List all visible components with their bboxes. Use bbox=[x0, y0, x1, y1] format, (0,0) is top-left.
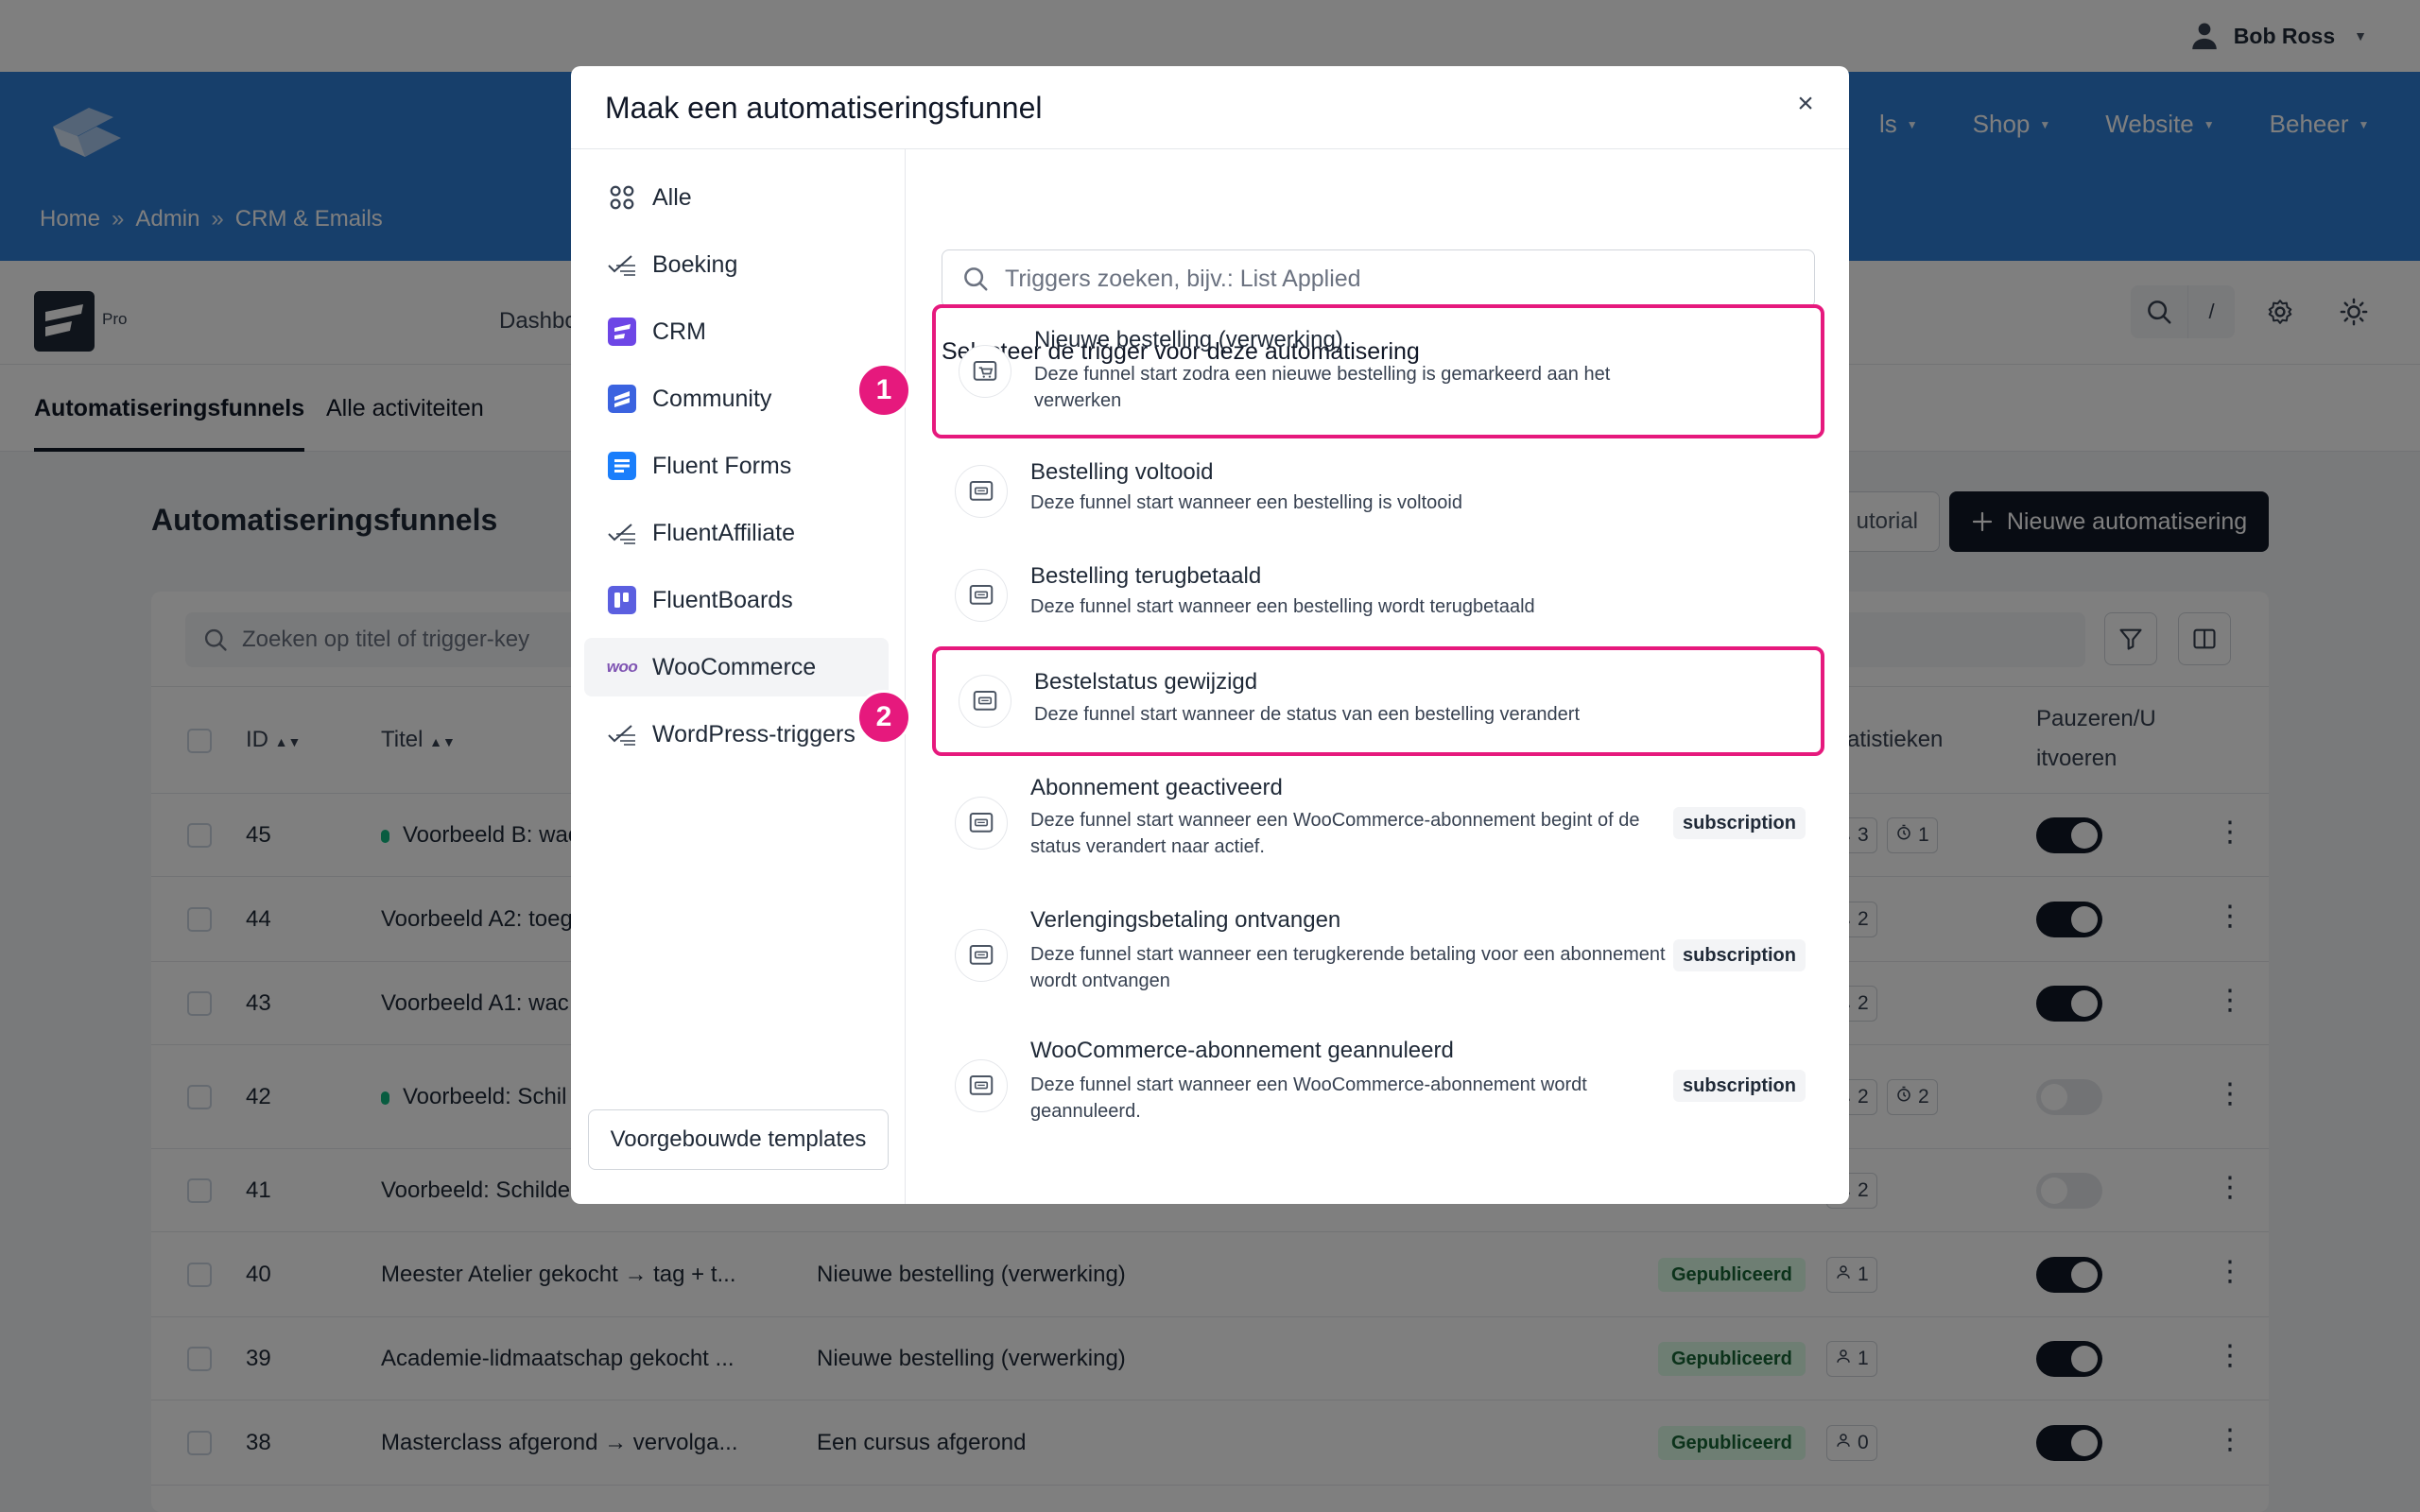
category-woocommerce[interactable]: woo WooCommerce bbox=[584, 638, 889, 696]
trigger-description: Deze funnel start wanneer de status van … bbox=[1034, 704, 1581, 725]
woocommerce-order-icon bbox=[955, 929, 1008, 982]
step-badge-2: 2 bbox=[856, 690, 911, 745]
trigger-panel: Triggers zoeken, bijv.: List Applied Sel… bbox=[906, 149, 1849, 1204]
trend-icon bbox=[607, 518, 637, 548]
trigger-item[interactable]: Nieuwe bestelling (verwerking) Deze funne… bbox=[932, 304, 1824, 438]
create-funnel-modal: Maak een automatiseringsfunnel × Alle Boe… bbox=[571, 66, 1849, 1204]
category-label: Alle bbox=[652, 183, 692, 211]
step-badge-1: 1 bbox=[856, 363, 911, 418]
trigger-description: Deze funnel start wanneer een bestelling… bbox=[1030, 596, 1535, 617]
grid-icon bbox=[607, 182, 637, 213]
category-boeking[interactable]: Boeking bbox=[584, 235, 889, 294]
trend-icon bbox=[607, 249, 637, 280]
woocommerce-order-icon bbox=[955, 569, 1008, 622]
subscription-tag: subscription bbox=[1672, 807, 1806, 839]
boards-icon bbox=[607, 585, 637, 615]
category-label: Boeking bbox=[652, 250, 738, 278]
modal-header: Maak een automatiseringsfunnel × bbox=[571, 66, 1849, 149]
fluent-forms-icon bbox=[607, 451, 637, 481]
trigger-name: Bestelling terugbetaald bbox=[1030, 563, 1262, 589]
woo-label: woo bbox=[606, 658, 638, 676]
trigger-description: Deze funnel start zodra een nieuwe beste… bbox=[1034, 364, 1611, 411]
trigger-item[interactable]: Bestelstatus gewijzigd Deze funnel start … bbox=[932, 646, 1824, 756]
trend-icon bbox=[607, 719, 637, 749]
woocommerce-order-icon bbox=[955, 1059, 1008, 1112]
shopping-cart-icon bbox=[959, 345, 1011, 398]
trigger-name: Nieuwe bestelling (verwerking) bbox=[1034, 327, 1343, 352]
category-label: Community bbox=[652, 385, 772, 412]
prebuilt-templates-button[interactable]: Voorgebouwde templates bbox=[588, 1109, 889, 1170]
trigger-description: Deze funnel start wanneer een terugkeren… bbox=[1030, 944, 1666, 991]
category-alle[interactable]: Alle bbox=[584, 168, 889, 227]
category-label: Fluent Forms bbox=[652, 452, 792, 479]
trigger-search-placeholder: Triggers zoeken, bijv.: List Applied bbox=[1005, 265, 1361, 292]
category-label: FluentBoards bbox=[652, 586, 793, 613]
search-icon bbox=[964, 267, 988, 291]
woocommerce-order-icon bbox=[955, 797, 1008, 850]
category-community[interactable]: Community bbox=[584, 369, 889, 428]
trigger-item[interactable]: WooCommerce-abonnement geannuleerd Deze f… bbox=[932, 1021, 1824, 1151]
trigger-description: Deze funnel start wanneer een WooCommerc… bbox=[1030, 1074, 1587, 1122]
trigger-name: Bestelstatus gewijzigd bbox=[1034, 669, 1258, 695]
fluentcrm-icon bbox=[607, 317, 637, 347]
category-wordpress-triggers[interactable]: WordPress-triggers bbox=[584, 705, 889, 764]
trigger-name: WooCommerce-abonnement geannuleerd bbox=[1030, 1038, 1454, 1063]
subscription-tag: subscription bbox=[1672, 1070, 1806, 1102]
subscription-tag: subscription bbox=[1672, 939, 1806, 971]
trigger-name: Bestelling voltooid bbox=[1030, 459, 1214, 485]
trigger-item[interactable]: Bestelling terugbetaald Deze funnel start… bbox=[932, 544, 1824, 646]
category-label: WooCommerce bbox=[652, 653, 817, 680]
category-fluentboards[interactable]: FluentBoards bbox=[584, 571, 889, 629]
modal-title: Maak een automatiseringsfunnel bbox=[605, 91, 1043, 125]
woocommerce-order-icon bbox=[959, 675, 1011, 728]
category-label: WordPress-triggers bbox=[652, 720, 856, 747]
category-fluentaffiliate[interactable]: FluentAffiliate bbox=[584, 504, 889, 562]
trigger-description: Deze funnel start wanneer een bestelling… bbox=[1030, 492, 1462, 513]
category-label: CRM bbox=[652, 318, 706, 345]
close-icon[interactable]: × bbox=[1787, 85, 1824, 123]
trigger-description: Deze funnel start wanneer een WooCommerc… bbox=[1030, 810, 1640, 857]
trigger-item[interactable]: Verlengingsbetaling ontvangen Deze funnel… bbox=[932, 890, 1824, 1021]
woocommerce-order-icon bbox=[955, 465, 1008, 518]
trigger-item[interactable]: Abonnement geactiveerd Deze funnel start … bbox=[932, 758, 1824, 888]
trigger-categories: Alle Boeking CRM Community Fluent Forms Fluen… bbox=[571, 149, 906, 1204]
trigger-search-input[interactable]: Triggers zoeken, bijv.: List Applied bbox=[942, 249, 1815, 308]
category-fluent-forms[interactable]: Fluent Forms bbox=[584, 437, 889, 495]
woo-icon: woo bbox=[606, 652, 638, 682]
category-crm[interactable]: CRM bbox=[584, 302, 889, 361]
category-label: FluentAffiliate bbox=[652, 519, 796, 546]
trigger-item[interactable]: Bestelling voltooid Deze funnel start wan… bbox=[932, 440, 1824, 542]
trigger-name: Verlengingsbetaling ontvangen bbox=[1030, 907, 1341, 933]
trigger-name: Abonnement geactiveerd bbox=[1030, 775, 1283, 800]
community-icon bbox=[607, 384, 637, 414]
